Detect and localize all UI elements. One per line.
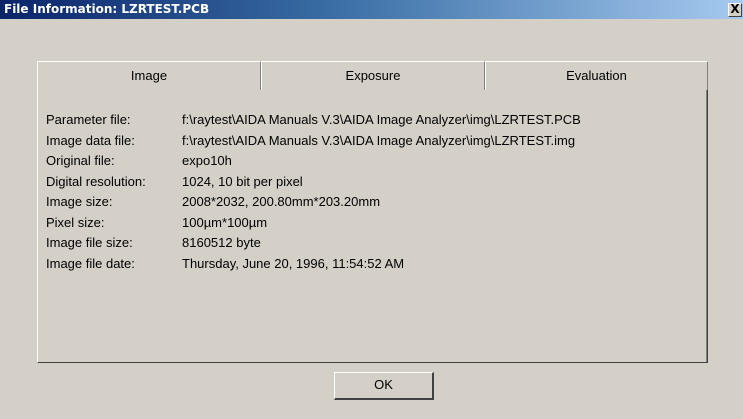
ok-button-label: OK [374,377,393,392]
info-label: Original file: [46,153,115,168]
tab-exposure-label: Exposure [345,68,401,83]
info-label: Image size: [46,194,113,209]
info-value: f:\raytest\AIDA Manuals V.3\AIDA Image A… [182,132,576,148]
tab-image[interactable]: Image [37,61,261,91]
close-icon: X [730,2,740,16]
info-label: Image data file: [46,132,135,148]
title-bar: File Information: LZRTEST.PCB X [0,0,743,19]
info-value: 1024, 10 bit per pixel [182,173,303,189]
tab-evaluation[interactable]: Evaluation [485,61,708,91]
info-label: Parameter file: [46,112,131,127]
info-label: Pixel size: [46,214,105,230]
info-value: f:\raytest\AIDA Manuals V.3\AIDA Image A… [182,112,581,127]
close-button[interactable]: X [728,3,742,17]
panel-shadow [706,90,707,362]
info-value: expo10h [182,153,232,168]
info-value: 8160512 byte [182,235,261,250]
info-value: Thursday, June 20, 1996, 11:54:52 AM [182,255,405,271]
info-label: Image file date: [46,255,135,271]
tab-exposure[interactable]: Exposure [261,61,485,91]
tab-strip: Image Exposure Evaluation [37,61,708,91]
tab-image-label: Image [130,68,168,83]
tab-evaluation-label: Evaluation [566,68,627,83]
image-info-panel: Parameter file: f:\raytest\AIDA Manuals … [37,90,708,363]
window-title: File Information: LZRTEST.PCB [4,2,210,16]
info-label: Image file size: [46,235,133,250]
info-value: 2008*2032, 200.80mm*203.20mm [182,194,381,209]
info-value: 100µm*100µm [182,214,268,230]
file-information-dialog: File Information: LZRTEST.PCB X Image Ex… [0,0,743,419]
info-label: Digital resolution: [46,173,146,189]
ok-button[interactable]: OK [334,372,434,400]
